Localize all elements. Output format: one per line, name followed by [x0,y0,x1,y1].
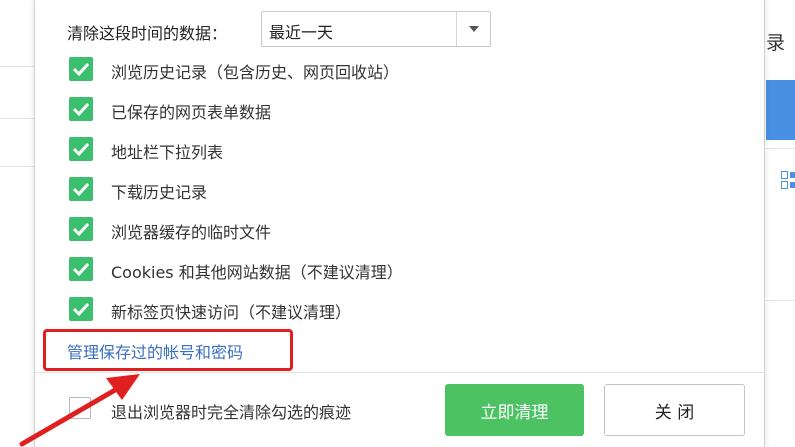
option-label: 新标签页快速访问（不建议清理） [111,303,352,322]
checkbox-checked-icon[interactable] [69,217,93,241]
clear-now-button[interactable]: 立即清理 [445,384,584,436]
background-divider [0,66,34,67]
background-blue-button[interactable] [766,80,795,140]
background-text-fragment: 录 [766,32,786,54]
option-label: 浏览历史记录（包含历史、网页回收站） [111,63,400,82]
option-label: 浏览器缓存的临时文件 [111,223,272,242]
screenshot-stage: 录 清除这段时间的数据： 最近一天 浏览历史记录（包含历史、网页回收站） 已保存… [0,0,795,447]
dropdown-triangle-icon[interactable] [456,12,490,46]
checkbox-checked-icon[interactable] [69,57,93,81]
checkbox-checked-icon[interactable] [69,297,93,321]
time-range-select[interactable]: 最近一天 [261,11,491,47]
background-divider [766,148,795,149]
option-label: 地址栏下拉列表 [111,143,224,162]
annotation-arrow-icon [19,374,140,447]
checkbox-checked-icon[interactable] [69,97,93,121]
background-divider [0,118,34,119]
option-label: 下载历史记录 [111,183,208,202]
checkbox-checked-icon[interactable] [69,177,93,201]
checkbox-checked-icon[interactable] [69,257,93,281]
time-range-value: 最近一天 [269,23,334,42]
background-divider [0,166,34,167]
option-label: 已保存的网页表单数据 [111,103,272,122]
close-button[interactable]: 关 闭 [604,384,745,436]
background-divider [766,300,795,301]
qr-code-icon[interactable] [781,171,795,189]
option-label: Cookies 和其他网站数据（不建议清理） [111,263,403,282]
checkbox-checked-icon[interactable] [69,137,93,161]
time-range-label: 清除这段时间的数据： [67,24,228,43]
